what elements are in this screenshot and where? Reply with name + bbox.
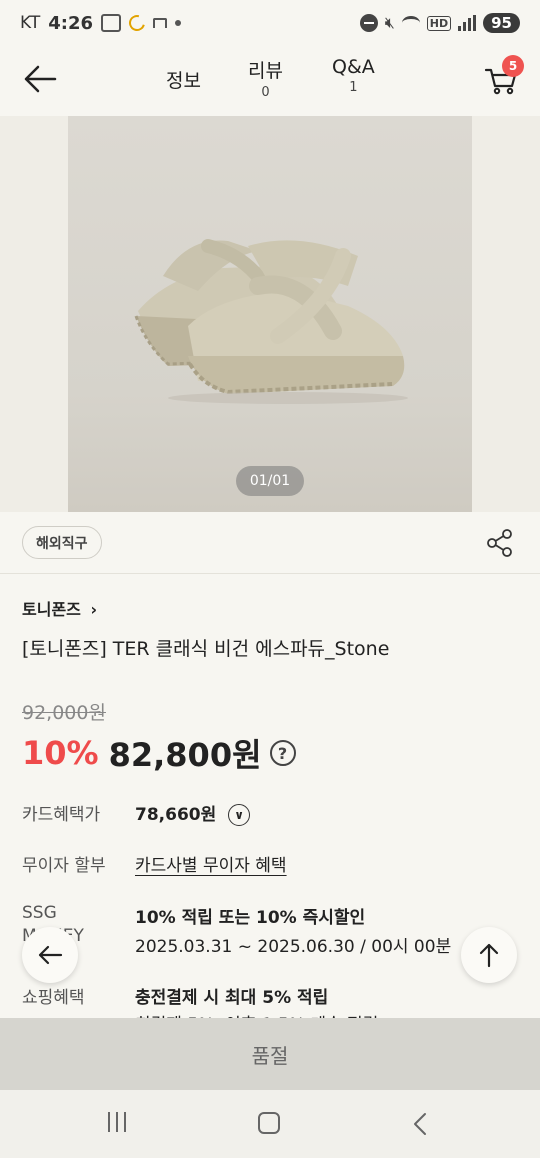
shopping-benefit-label: 쇼핑혜택 bbox=[22, 988, 85, 1008]
tab-qa-label: Q&A bbox=[332, 56, 375, 78]
product-title: [토니폰즈] TER 클래식 비건 에스파듀_Stone bbox=[22, 638, 390, 660]
tab-qa[interactable]: Q&A 1 bbox=[332, 56, 375, 95]
chevron-down-icon[interactable]: ∨ bbox=[228, 804, 251, 826]
product-image bbox=[68, 116, 472, 512]
discount-rate: 10% bbox=[22, 734, 99, 772]
clock: 4:26 bbox=[48, 12, 93, 34]
shopping-benefit-value: 충전결제 시 최대 5% 적립 bbox=[135, 988, 329, 1008]
notification-dot-icon bbox=[175, 20, 181, 26]
share-icon bbox=[487, 529, 512, 557]
status-bar: KT 4:26 🔇︎ HD 95 bbox=[0, 0, 540, 46]
sold-out-button[interactable]: 품절 bbox=[0, 1018, 540, 1090]
brand-name: 토니폰즈 bbox=[22, 600, 81, 619]
arrow-left-icon bbox=[38, 945, 63, 965]
overseas-direct-badge: 해외직구 bbox=[22, 526, 102, 559]
system-nav-bar bbox=[0, 1090, 540, 1158]
tray-icon bbox=[153, 18, 167, 28]
chevron-right-icon: › bbox=[90, 600, 98, 619]
card-benefit-label: 카드혜택가 bbox=[22, 805, 101, 825]
battery-indicator: 95 bbox=[483, 13, 520, 33]
card-benefit-price: 78,660원 bbox=[135, 805, 217, 825]
installment-benefit-link[interactable]: 카드사별 무이자 혜택 bbox=[135, 851, 287, 876]
chevron-left-icon bbox=[414, 1113, 426, 1135]
price-help-icon[interactable]: ? bbox=[269, 740, 296, 766]
tab-review-count: 0 bbox=[261, 85, 270, 100]
wifi-icon bbox=[401, 16, 420, 30]
do-not-disturb-icon bbox=[359, 14, 378, 32]
original-price: 92,000원 bbox=[22, 702, 106, 724]
screenshot-icon bbox=[101, 14, 121, 32]
home-button[interactable] bbox=[258, 1112, 280, 1134]
product-gallery[interactable]: 01/01 bbox=[0, 116, 540, 512]
tab-review[interactable]: 리뷰 0 bbox=[248, 56, 283, 100]
signal-icon bbox=[458, 15, 477, 31]
tab-info[interactable]: 정보 bbox=[166, 66, 201, 93]
tab-review-label: 리뷰 bbox=[248, 60, 283, 82]
tab-qa-count: 1 bbox=[349, 80, 358, 95]
ssg-money-label-1: SSG bbox=[22, 903, 57, 923]
recents-icon bbox=[108, 1112, 110, 1132]
brand-link[interactable]: 토니폰즈 › bbox=[22, 596, 97, 620]
ssg-money-period: 2025.03.31 ~ 2025.06.30 / 00시 00분 bbox=[135, 937, 452, 957]
arrow-up-icon bbox=[479, 943, 499, 968]
scroll-to-top-button[interactable] bbox=[461, 927, 517, 983]
recents-button[interactable] bbox=[108, 1112, 126, 1132]
arrow-left-icon bbox=[24, 65, 57, 93]
cart-count-badge: 5 bbox=[502, 55, 524, 77]
image-counter: 01/01 bbox=[236, 466, 304, 496]
hd-icon: HD bbox=[426, 15, 452, 31]
price-row: 10% 82,800원 ? bbox=[22, 730, 296, 776]
card-benefit-value-row[interactable]: 78,660원 ∨ bbox=[135, 800, 251, 826]
moon-icon bbox=[126, 12, 148, 34]
share-button[interactable] bbox=[486, 528, 514, 558]
back-button[interactable] bbox=[22, 64, 58, 94]
espadrille-shoe-image bbox=[134, 239, 408, 404]
top-nav: 정보 리뷰 0 Q&A 1 bbox=[0, 46, 540, 116]
carrier-label: KT bbox=[20, 13, 41, 33]
badge-row: 해외직구 bbox=[0, 512, 540, 574]
floating-back-button[interactable] bbox=[22, 927, 78, 983]
installment-label: 무이자 할부 bbox=[22, 856, 106, 876]
system-back-button[interactable] bbox=[412, 1112, 428, 1140]
mute-icon: 🔇︎ bbox=[384, 13, 395, 32]
ssg-money-benefit: 10% 적립 또는 10% 즉시할인 bbox=[135, 908, 366, 928]
sale-price: 82,800원 bbox=[108, 736, 262, 774]
tab-info-label: 정보 bbox=[166, 70, 201, 92]
